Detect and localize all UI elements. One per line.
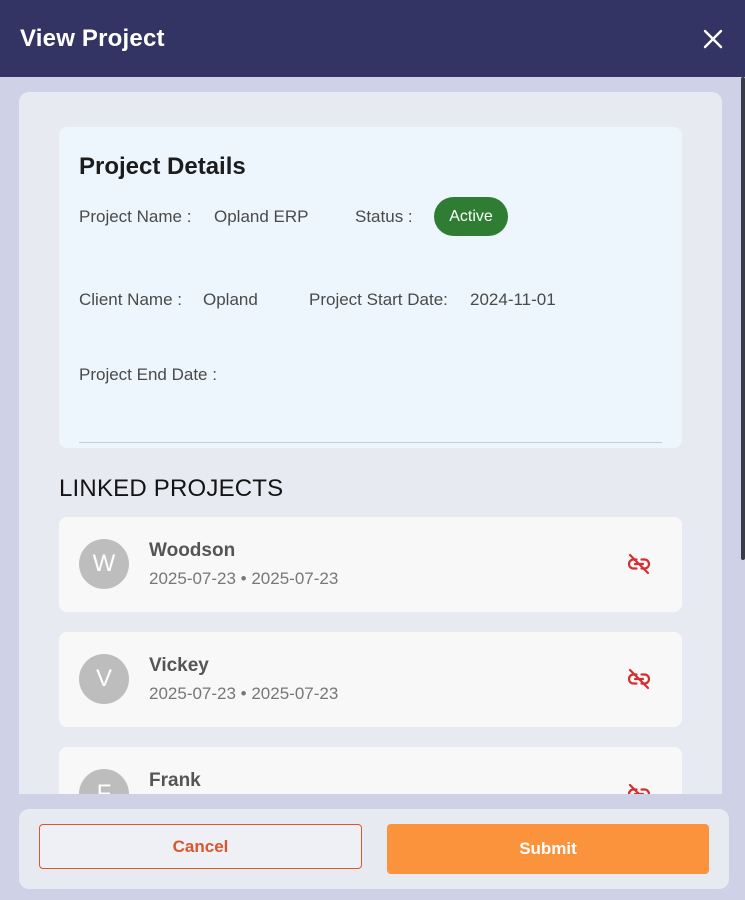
linked-project-dates: 2025-07-23 • 2025-07-23 [149, 569, 339, 588]
status-label: Status : [355, 207, 413, 226]
unlink-icon [627, 783, 651, 794]
end-date-label: Project End Date : [79, 365, 217, 384]
linked-project-dates: 2025-07-23 • 2025-07-23 [149, 684, 339, 703]
avatar: W [79, 539, 129, 589]
unlink-button[interactable] [624, 664, 654, 694]
scrollbar[interactable] [741, 77, 745, 560]
dialog-header: View Project [0, 0, 745, 77]
linked-project-item: V Vickey 2025-07-23 • 2025-07-23 [59, 632, 682, 727]
client-name-value: Opland [203, 290, 258, 309]
linked-projects-heading: LINKED PROJECTS [59, 475, 284, 502]
unlink-icon [627, 668, 651, 690]
details-divider [79, 442, 662, 443]
dialog-body: Project Details Project Name : Opland ER… [19, 92, 722, 794]
linked-project-name: Woodson [149, 540, 236, 561]
project-details-card: Project Details Project Name : Opland ER… [59, 127, 682, 448]
start-date-value: 2024-11-01 [470, 290, 556, 309]
linked-projects-list: W Woodson 2025-07-23 • 2025-07-23 V Vick… [59, 517, 682, 794]
close-icon [703, 29, 723, 48]
unlink-icon [627, 553, 651, 575]
unlink-button[interactable] [624, 549, 654, 579]
dialog-footer: Cancel Submit [19, 809, 729, 889]
client-name-label: Client Name : [79, 290, 182, 309]
project-name-value: Opland ERP [214, 207, 309, 226]
start-date-label: Project Start Date: [309, 290, 448, 309]
linked-project-name: Frank [149, 770, 201, 791]
close-button[interactable] [702, 28, 724, 50]
project-name-label: Project Name : [79, 207, 192, 226]
cancel-button[interactable]: Cancel [39, 824, 362, 869]
linked-project-name: Vickey [149, 655, 209, 676]
avatar: V [79, 654, 129, 704]
linked-project-item: F Frank [59, 747, 682, 794]
linked-project-item: W Woodson 2025-07-23 • 2025-07-23 [59, 517, 682, 612]
dialog-title: View Project [20, 24, 165, 52]
status-badge: Active [434, 197, 508, 236]
submit-button[interactable]: Submit [387, 824, 709, 874]
project-details-heading: Project Details [79, 153, 246, 180]
avatar: F [79, 769, 129, 794]
unlink-button[interactable] [624, 779, 654, 794]
